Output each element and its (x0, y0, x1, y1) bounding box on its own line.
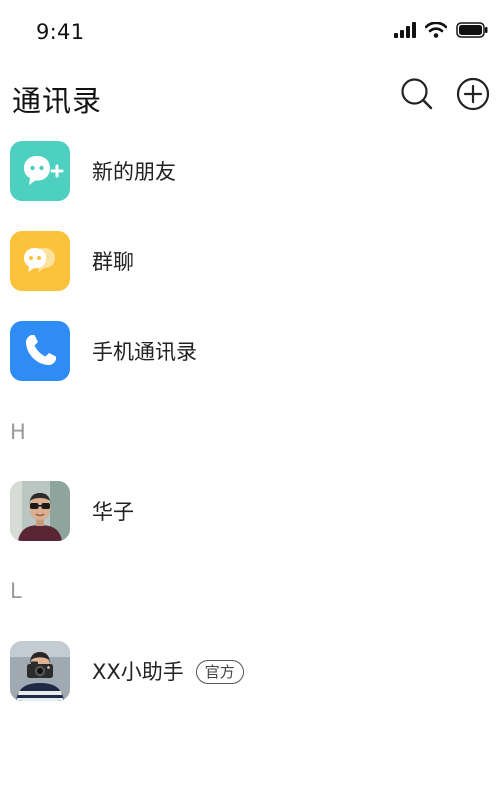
wifi-icon (424, 21, 448, 42)
contact-item-assistant[interactable]: XX小助手 官方 (0, 626, 500, 716)
phone-contacts-item[interactable]: 手机通讯录 (0, 306, 500, 396)
phone-contacts-label: 手机通讯录 (92, 340, 197, 364)
search-button[interactable] (399, 78, 435, 114)
contact-name: 华子 (92, 500, 134, 524)
signal-icon (394, 22, 416, 42)
group-chat-icon (10, 231, 70, 291)
status-bar: 9:41 (0, 0, 500, 68)
add-friend-icon (10, 141, 70, 201)
group-chat-item[interactable]: 群聊 (0, 216, 500, 306)
contact-item-huazi[interactable]: 华子 (0, 466, 500, 556)
official-badge: 官方 (195, 660, 244, 684)
new-friends-label: 新的朋友 (92, 160, 176, 184)
header: 通讯录 (0, 68, 500, 124)
add-circle-icon (456, 77, 490, 115)
group-chat-label: 群聊 (92, 250, 134, 274)
battery-icon (456, 22, 488, 42)
avatar (10, 641, 70, 701)
page-title: 通讯录 (12, 84, 103, 118)
section-letter-l: L (10, 579, 22, 603)
status-time: 9:41 (36, 20, 85, 44)
new-friends-item[interactable]: 新的朋友 (0, 126, 500, 216)
phone-icon (10, 321, 70, 381)
contact-name-text: XX小助手 (92, 660, 184, 684)
avatar (10, 481, 70, 541)
section-letter-h: H (10, 420, 26, 444)
search-icon (400, 77, 434, 115)
add-button[interactable] (455, 77, 491, 115)
contact-name: XX小助手 官方 (92, 656, 244, 686)
status-icons (394, 21, 488, 42)
